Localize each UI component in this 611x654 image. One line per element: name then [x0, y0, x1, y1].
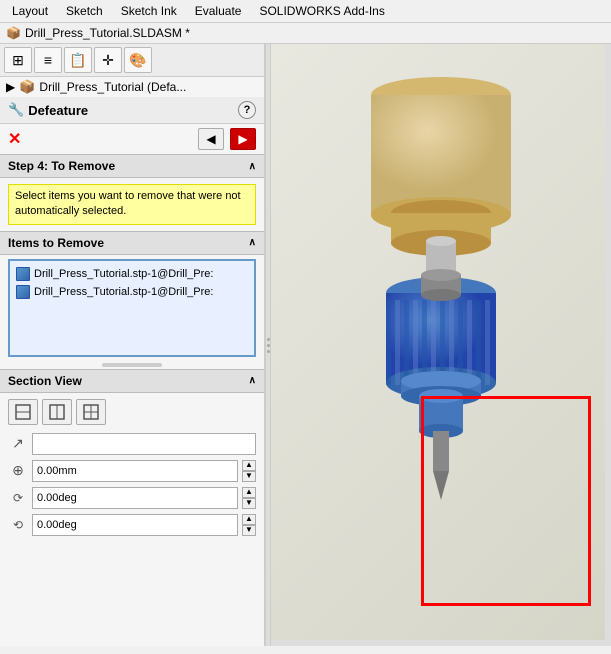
assembly-icon: 📦 — [19, 79, 35, 95]
items-to-remove-header[interactable]: Items to Remove ∧ — [0, 231, 264, 255]
section-view-chevron: ∧ — [249, 375, 256, 386]
action-row: ✕ ◀ ▶ — [0, 124, 264, 154]
h-scrollbar[interactable] — [271, 640, 611, 646]
step4-chevron: ∧ — [249, 161, 256, 172]
help-button[interactable]: ? — [238, 101, 256, 119]
section-view-content: ↗ ⊕ 0.00mm ▲ ▼ ⟳ 0.00deg — [0, 393, 264, 547]
x-rotation-spinners: ▲ ▼ — [242, 487, 256, 509]
items-chevron: ∧ — [249, 237, 256, 248]
view-buttons — [8, 399, 256, 425]
resize-dot — [267, 350, 270, 353]
main-area: ⊞ ≡ 📋 ✛ 🎨 ▶ 📦 Drill_Press_Tutorial (Defa… — [0, 44, 611, 646]
file-icon: 📦 — [6, 26, 21, 40]
step4-info-text: Select items you want to remove that wer… — [15, 190, 241, 217]
step4-section-header[interactable]: Step 4: To Remove ∧ — [0, 154, 264, 178]
item2-icon — [16, 285, 30, 299]
selection-box — [421, 396, 591, 606]
model-area — [271, 44, 611, 646]
toolbar-row: ⊞ ≡ 📋 ✛ 🎨 — [0, 44, 264, 77]
menu-sketch[interactable]: Sketch — [58, 2, 111, 20]
items-to-remove-label: Items to Remove — [8, 236, 104, 250]
list-item: Drill_Press_Tutorial.stp-1@Drill_Pre: — [14, 265, 250, 283]
reference-button[interactable]: ✛ — [94, 47, 122, 73]
y-rotation-input[interactable]: 0.00deg — [32, 514, 238, 536]
items-list[interactable]: Drill_Press_Tutorial.stp-1@Drill_Pre: Dr… — [8, 259, 256, 357]
view-btn-1[interactable] — [8, 399, 38, 425]
menu-solidworks-addins[interactable]: SOLIDWORKS Add-Ins — [251, 2, 392, 20]
v-scrollbar[interactable] — [605, 44, 611, 646]
title-bar: 📦 Drill_Press_Tutorial.SLDASM * — [0, 23, 611, 44]
defeature-title: 🔧 Defeature — [8, 102, 88, 118]
panel-scroll[interactable]: 🔧 Defeature ? ✕ ◀ ▶ Step 4: To Remove ∧ … — [0, 97, 264, 646]
list-item: Drill_Press_Tutorial.stp-1@Drill_Pre: — [14, 283, 250, 301]
file-title: Drill_Press_Tutorial.SLDASM * — [25, 26, 190, 40]
item2-label: Drill_Press_Tutorial.stp-1@Drill_Pre: — [34, 286, 213, 298]
y-rotation-spinners: ▲ ▼ — [242, 514, 256, 536]
offset-input[interactable]: 0.00mm — [32, 460, 238, 482]
y-rotation-up[interactable]: ▲ — [242, 514, 256, 525]
back-button[interactable]: ◀ — [198, 128, 224, 150]
config-button[interactable]: 📋 — [64, 47, 92, 73]
x-rotation-down[interactable]: ▼ — [242, 498, 256, 509]
offset-down[interactable]: ▼ — [242, 471, 256, 482]
tree-item-assembly[interactable]: ▶ 📦 Drill_Press_Tutorial (Defa... — [0, 77, 264, 97]
section-view-label: Section View — [8, 374, 82, 388]
x-rotation-icon: ⟳ — [8, 491, 28, 505]
offset-row: ⊕ 0.00mm ▲ ▼ — [8, 460, 256, 482]
resize-dot — [267, 338, 270, 341]
forward-button[interactable]: ▶ — [230, 128, 256, 150]
section-view-header[interactable]: Section View ∧ — [0, 369, 264, 393]
resize-dot — [267, 344, 270, 347]
arrow-input-row: ↗ — [8, 433, 256, 455]
assembly-label: Drill_Press_Tutorial (Defa... — [39, 80, 186, 94]
property-button[interactable]: ≡ — [34, 47, 62, 73]
y-rotation-icon: ⟲ — [8, 518, 28, 532]
arrow-input[interactable] — [32, 433, 256, 455]
menu-sketch-ink[interactable]: Sketch Ink — [113, 2, 185, 20]
menu-evaluate[interactable]: Evaluate — [187, 2, 250, 20]
menu-bar: Layout Sketch Sketch Ink Evaluate SOLIDW… — [0, 0, 611, 23]
offset-icon: ⊕ — [8, 462, 28, 479]
defeature-label: Defeature — [28, 103, 88, 118]
right-panel — [271, 44, 611, 646]
x-rotation-row: ⟳ 0.00deg ▲ ▼ — [8, 487, 256, 509]
view-btn-3[interactable] — [76, 399, 106, 425]
tree-expand-arrow: ▶ — [6, 80, 15, 94]
menu-layout[interactable]: Layout — [4, 2, 56, 20]
y-rotation-down[interactable]: ▼ — [242, 525, 256, 536]
step4-label: Step 4: To Remove — [8, 159, 115, 173]
item1-label: Drill_Press_Tutorial.stp-1@Drill_Pre: — [34, 268, 213, 280]
appearance-button[interactable]: 🎨 — [124, 47, 152, 73]
view-btn-2[interactable] — [42, 399, 72, 425]
y-rotation-row: ⟲ 0.00deg ▲ ▼ — [8, 514, 256, 536]
item1-icon — [16, 267, 30, 281]
defeature-icon: 🔧 — [8, 102, 24, 118]
arrow-icon: ↗ — [8, 435, 28, 452]
offset-spinners: ▲ ▼ — [242, 460, 256, 482]
offset-up[interactable]: ▲ — [242, 460, 256, 471]
step4-info-box: Select items you want to remove that wer… — [8, 184, 256, 225]
x-rotation-up[interactable]: ▲ — [242, 487, 256, 498]
left-panel: ⊞ ≡ 📋 ✛ 🎨 ▶ 📦 Drill_Press_Tutorial (Defa… — [0, 44, 265, 646]
x-rotation-input[interactable]: 0.00deg — [32, 487, 238, 509]
feature-tree-button[interactable]: ⊞ — [4, 47, 32, 73]
defeature-header: 🔧 Defeature ? — [0, 97, 264, 124]
close-button[interactable]: ✕ — [8, 129, 21, 149]
